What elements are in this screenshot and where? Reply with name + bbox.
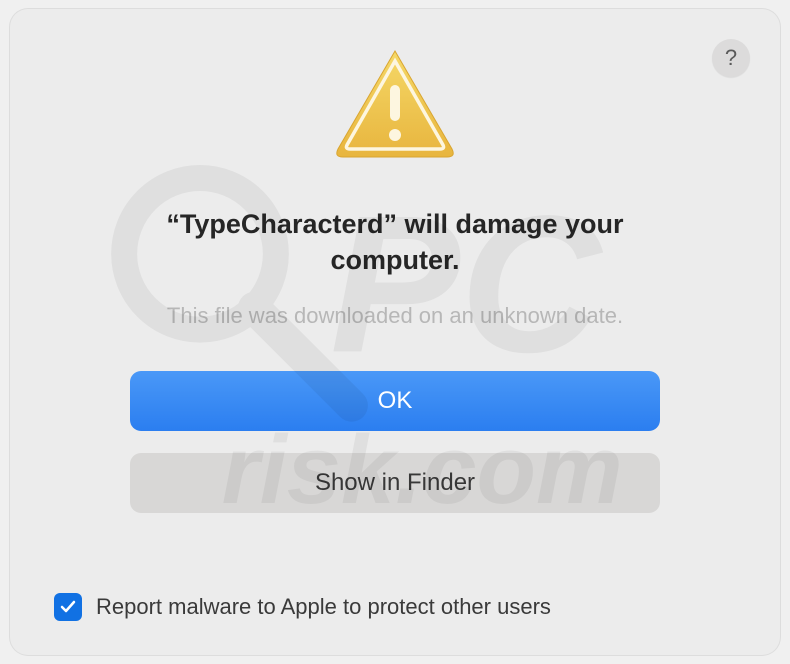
checkmark-icon (59, 598, 77, 616)
report-malware-row: Report malware to Apple to protect other… (54, 593, 736, 621)
dialog-subtitle: This file was downloaded on an unknown d… (167, 303, 623, 329)
ok-button[interactable]: OK (130, 371, 660, 431)
malware-warning-dialog: PC risk.com ? “TypeCharacterd” will dama… (10, 9, 780, 655)
dialog-title: “TypeCharacterd” will damage your comput… (54, 206, 736, 279)
report-malware-label[interactable]: Report malware to Apple to protect other… (96, 594, 551, 620)
help-icon: ? (725, 45, 737, 71)
report-malware-checkbox[interactable] (54, 593, 82, 621)
warning-icon (330, 43, 460, 168)
show-in-finder-button[interactable]: Show in Finder (130, 453, 660, 513)
help-button[interactable]: ? (712, 39, 750, 77)
